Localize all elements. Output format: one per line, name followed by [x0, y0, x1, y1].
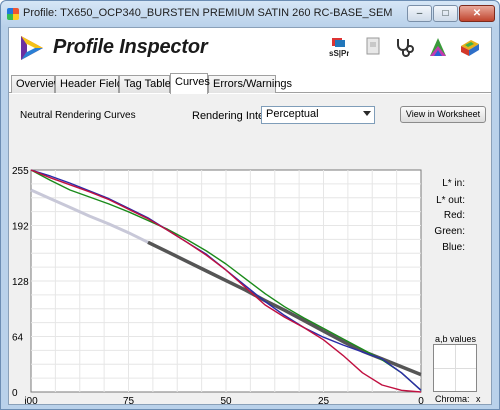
- x-tick-label: i00: [24, 396, 38, 404]
- tab-bar: Overview Header Fields Tag Table Curves …: [9, 73, 491, 94]
- application-window: Profile: TX650_OCP340_BURSTEN PREMIUM SA…: [0, 0, 500, 410]
- y-tick-label: 255: [12, 166, 29, 177]
- section-label: Neutral Rendering Curves: [20, 110, 136, 121]
- maximize-button[interactable]: □: [433, 5, 458, 22]
- tab-errors-warnings[interactable]: Errors/Warnings: [208, 75, 292, 93]
- rendering-intent-value: Perceptual: [266, 108, 319, 120]
- document-icon[interactable]: [362, 36, 384, 58]
- red-readout: Red:: [443, 210, 465, 221]
- ab-horizontal-axis: [434, 368, 476, 369]
- green-readout: Green:: [434, 226, 465, 237]
- close-button[interactable]: ✕: [459, 5, 495, 22]
- x-tick-label: 75: [123, 396, 135, 404]
- app-header: Profile Inspector sS|Pr: [9, 28, 491, 72]
- chroma-value: x: [476, 394, 481, 404]
- tab-header-fields[interactable]: Header Fields: [55, 75, 128, 93]
- svg-text:sS|Pr: sS|Pr: [329, 49, 349, 58]
- x-tick-label: 0: [418, 396, 424, 404]
- gamut-icon[interactable]: [427, 36, 449, 58]
- color-logo-icon: [21, 36, 43, 60]
- neutral-curves-chart[interactable]: 255 192 128 64 0 i00 75 50 25 0: [9, 134, 491, 404]
- minimize-button[interactable]: –: [407, 5, 432, 22]
- curves-panel: Neutral Rendering Curves Rendering Inten…: [9, 94, 491, 404]
- tab-overview[interactable]: Overview: [11, 75, 62, 93]
- blue-readout: Blue:: [442, 242, 465, 253]
- title-bar[interactable]: Profile: TX650_OCP340_BURSTEN PREMIUM SA…: [1, 1, 499, 27]
- rendering-intent-select[interactable]: Perceptual: [261, 106, 375, 124]
- y-tick-label: 0: [12, 388, 18, 399]
- y-tick-label: 64: [12, 333, 24, 344]
- tab-curves[interactable]: Curves: [170, 73, 210, 94]
- color-cube-icon[interactable]: [459, 36, 481, 58]
- ab-values-plot: [433, 344, 477, 392]
- x-tick-label: 25: [318, 396, 330, 404]
- ab-values-label: a,b values: [435, 334, 477, 344]
- chroma-label: Chroma:: [435, 394, 470, 404]
- l-out-readout: L* out:: [436, 195, 465, 206]
- window-title: Profile: TX650_OCP340_BURSTEN PREMIUM SA…: [23, 7, 393, 19]
- stethoscope-icon[interactable]: [394, 36, 416, 58]
- l-in-readout: L* in:: [442, 178, 465, 189]
- view-in-worksheet-button[interactable]: View in Worksheet: [400, 106, 486, 123]
- y-tick-label: 192: [12, 222, 29, 233]
- chevron-down-icon: [363, 111, 371, 116]
- y-tick-label: 128: [12, 277, 29, 288]
- chroma-readout: Chroma: x: [435, 394, 481, 404]
- client-area: Profile Inspector sS|Pr Overview Header …: [8, 27, 492, 405]
- tab-tag-table[interactable]: Tag Table: [119, 75, 171, 93]
- app-icon: [7, 8, 19, 20]
- x-tick-label: 50: [220, 396, 232, 404]
- profile-spr-icon[interactable]: sS|Pr: [327, 36, 349, 58]
- app-title: Profile Inspector: [53, 36, 208, 58]
